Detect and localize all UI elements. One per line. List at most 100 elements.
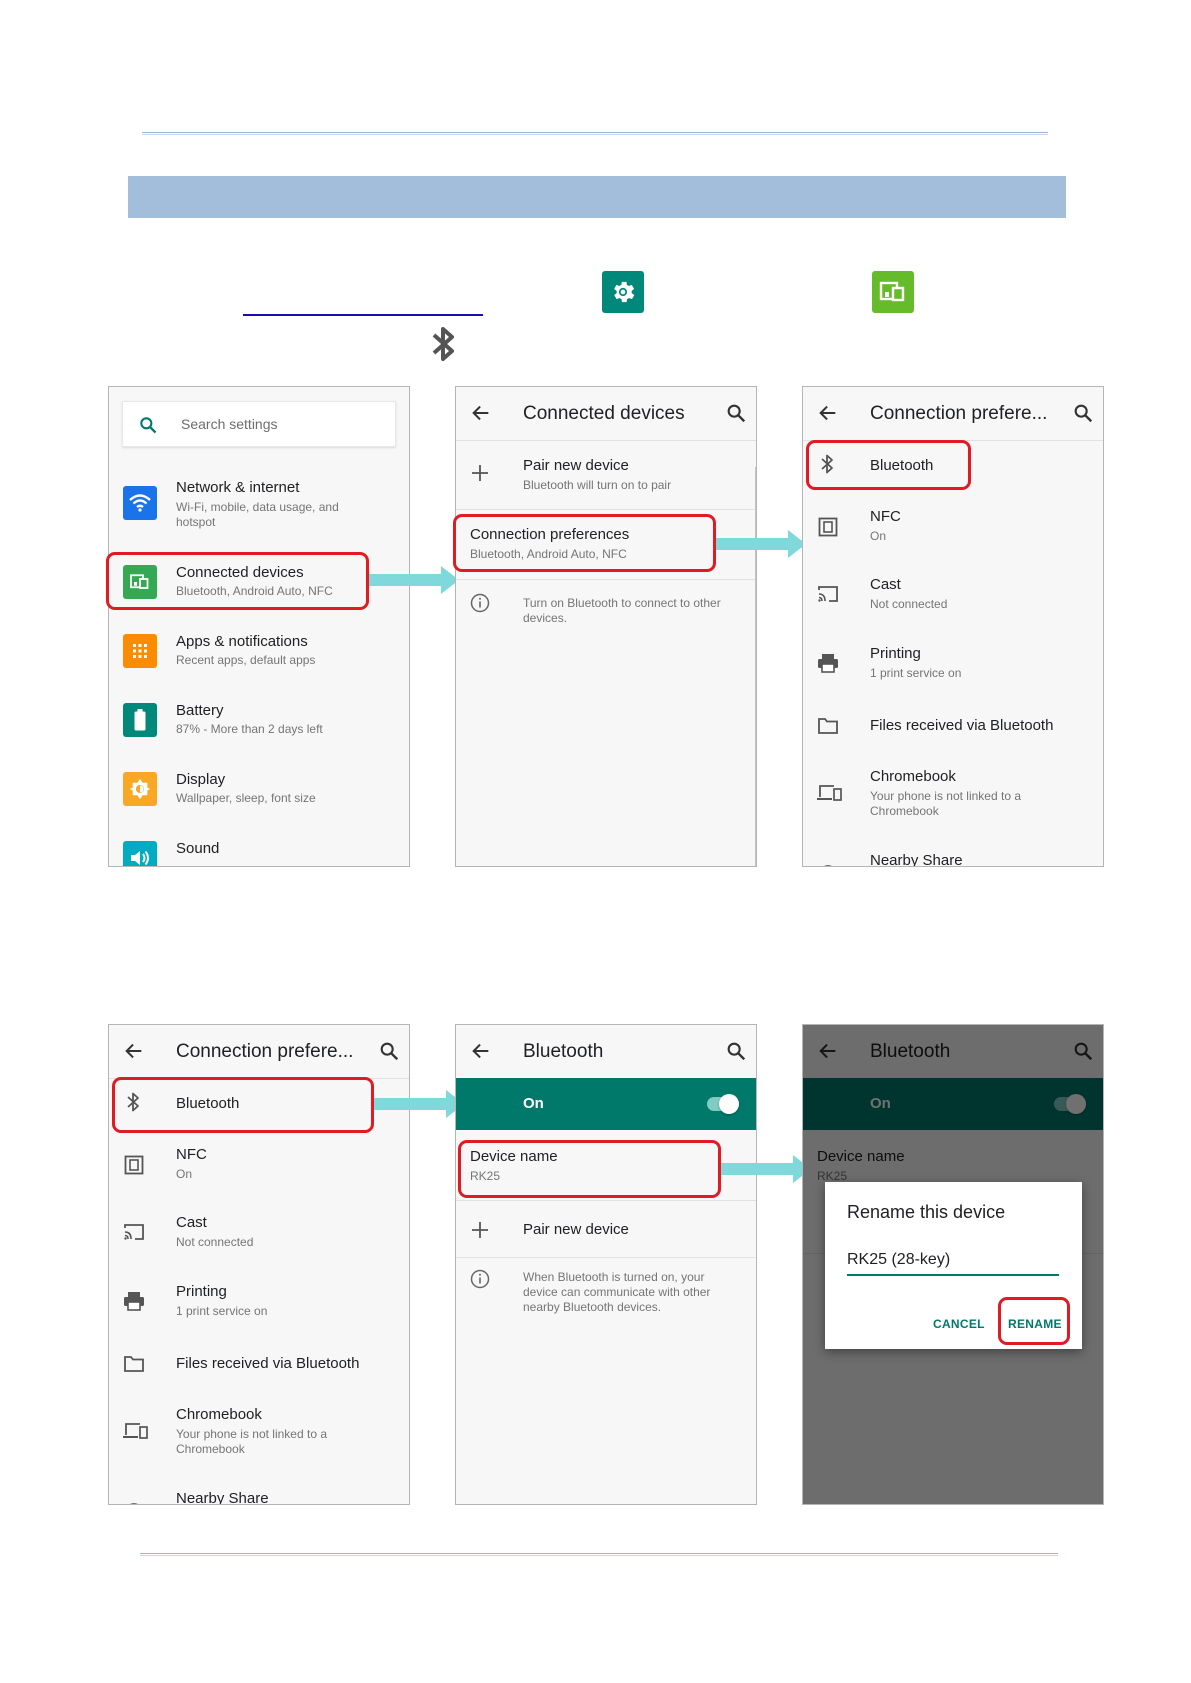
search-placeholder: Search settings xyxy=(181,416,278,432)
search-icon[interactable] xyxy=(1072,402,1094,424)
bluetooth-screen: Bluetooth On Device name RK25 Pair new d… xyxy=(455,1024,757,1505)
pair-new-device-title: Pair new device xyxy=(523,457,629,474)
pref-item-subtitle: 1 print service on xyxy=(176,1304,268,1318)
connection-preferences-screen: Connection prefere... Bluetooth NFC On C… xyxy=(802,386,1104,867)
connection-preferences-screen-2: Connection prefere... Bluetooth NFC On C… xyxy=(108,1024,410,1505)
nfc-icon xyxy=(124,1155,144,1175)
bluetooth-toggle-bar[interactable]: On xyxy=(456,1078,756,1130)
connected-devices-icon xyxy=(123,565,157,599)
rename-dialog-screen: Bluetooth On Device name RK25 Rename thi… xyxy=(802,1024,1104,1505)
settings-item-title: Sound xyxy=(176,840,220,857)
rename-input[interactable]: RK25 (28-key) xyxy=(847,1248,1059,1276)
page-title: Connection prefere... xyxy=(176,1041,354,1062)
pref-item-subtitle: On xyxy=(176,1167,193,1181)
connected-devices-screen: Connected devices Pair new device Blueto… xyxy=(455,386,757,867)
apps-grid-icon xyxy=(123,634,157,668)
back-arrow-icon[interactable] xyxy=(817,402,839,424)
section-band xyxy=(128,176,1066,218)
nearby-share-icon xyxy=(130,1503,138,1504)
rename-dialog: Rename this device RK25 (28-key) CANCEL … xyxy=(825,1182,1082,1349)
gear-icon xyxy=(614,281,635,303)
connected-devices-icon xyxy=(879,281,905,302)
bluetooth-icon xyxy=(432,327,454,361)
pref-item-subtitle: 1 print service on xyxy=(870,666,962,680)
rename-button[interactable]: RENAME xyxy=(1008,1317,1062,1331)
settings-item-title: Battery xyxy=(176,702,224,719)
pref-item-title: Bluetooth xyxy=(870,457,934,474)
nfc-icon xyxy=(818,517,838,537)
connection-preferences-subtitle: Bluetooth, Android Auto, NFC xyxy=(470,547,627,561)
connection-preferences-title: Connection preferences xyxy=(470,526,630,543)
printer-icon xyxy=(818,654,838,673)
top-rule xyxy=(142,132,1048,135)
device-name-label: Device name xyxy=(470,1148,558,1165)
search-bar[interactable]: Search settings xyxy=(122,401,396,447)
page-title: Connection prefere... xyxy=(870,403,1048,424)
arrow-right-4 xyxy=(721,1155,811,1183)
bluetooth-icon xyxy=(127,1092,139,1112)
info-icon xyxy=(470,1269,490,1289)
toggle-label: On xyxy=(523,1095,544,1112)
toggle-knob xyxy=(719,1094,739,1114)
chromebook-icon xyxy=(817,785,842,801)
cast-icon xyxy=(124,1224,144,1240)
settings-item-title: Apps & notifications xyxy=(176,633,308,650)
settings-item-subtitle: Wallpaper, sleep, font size xyxy=(176,791,316,805)
device-name-value: RK25 xyxy=(470,1169,501,1183)
pref-item-title: Chromebook xyxy=(176,1406,262,1423)
pref-item-subtitle: Your phone is not linked to a Chromebook xyxy=(176,1427,328,1456)
pref-item-title: Bluetooth xyxy=(176,1095,240,1112)
pref-item-title: Files received via Bluetooth xyxy=(176,1355,360,1372)
bluetooth-icon xyxy=(821,454,833,474)
settings-item-subtitle: Wi-Fi, mobile, data usage, and hotspot xyxy=(176,500,339,529)
cancel-button[interactable]: CANCEL xyxy=(933,1317,985,1331)
pref-item-title: Printing xyxy=(870,645,921,662)
settings-item-subtitle: Recent apps, default apps xyxy=(176,653,316,667)
pref-item-subtitle: On xyxy=(870,529,887,543)
info-text: When Bluetooth is turned on, your device… xyxy=(523,1270,711,1314)
settings-item-title: Network & internet xyxy=(176,479,300,496)
arrow-right-3 xyxy=(374,1090,464,1118)
rename-input-value: RK25 (28-key) xyxy=(847,1251,951,1268)
pair-new-device-title: Pair new device xyxy=(523,1221,629,1238)
settings-app-icon xyxy=(602,271,644,313)
plus-icon xyxy=(472,465,488,481)
pref-item-title: Chromebook xyxy=(870,768,956,785)
search-icon[interactable] xyxy=(725,1040,747,1062)
volume-icon xyxy=(123,841,157,866)
arrow-right-1 xyxy=(369,566,459,594)
info-text: Turn on Bluetooth to connect to other de… xyxy=(523,596,721,625)
page-title: Bluetooth xyxy=(523,1041,604,1062)
pref-item-title: Files received via Bluetooth xyxy=(870,717,1054,734)
back-arrow-icon[interactable] xyxy=(470,402,492,424)
dialog-title: Rename this device xyxy=(847,1202,1006,1222)
page-title: Connected devices xyxy=(523,403,685,424)
pref-item-subtitle: Your phone is not linked to a Chromebook xyxy=(870,789,1022,818)
bottom-rule xyxy=(140,1553,1058,1556)
back-arrow-icon[interactable] xyxy=(470,1040,492,1062)
settings-item-subtitle: 87% - More than 2 days left xyxy=(176,722,323,736)
pref-item-title: Nearby Share xyxy=(870,852,963,867)
arrow-right-2 xyxy=(716,530,806,558)
settings-item-title: Connected devices xyxy=(176,564,304,581)
back-arrow-icon[interactable] xyxy=(123,1040,145,1062)
search-icon[interactable] xyxy=(725,402,747,424)
settings-screen: Search settings Network & internet Wi-Fi… xyxy=(108,386,410,867)
connected-devices-app-icon xyxy=(872,271,914,313)
battery-icon xyxy=(123,703,157,737)
wifi-icon xyxy=(123,486,157,520)
cast-icon xyxy=(818,586,838,602)
scrollbar[interactable] xyxy=(755,467,756,866)
pref-item-title: Cast xyxy=(176,1214,207,1231)
printer-icon xyxy=(124,1292,144,1311)
folder-icon xyxy=(124,1356,144,1372)
settings-item-title: Display xyxy=(176,771,226,788)
pref-item-title: Printing xyxy=(176,1283,227,1300)
search-icon xyxy=(140,417,157,434)
info-icon xyxy=(470,593,490,613)
search-icon[interactable] xyxy=(378,1040,400,1062)
folder-icon xyxy=(818,718,838,734)
pref-item-subtitle: Not connected xyxy=(870,597,948,611)
link-underline xyxy=(243,314,483,316)
nearby-share-icon xyxy=(824,865,832,866)
